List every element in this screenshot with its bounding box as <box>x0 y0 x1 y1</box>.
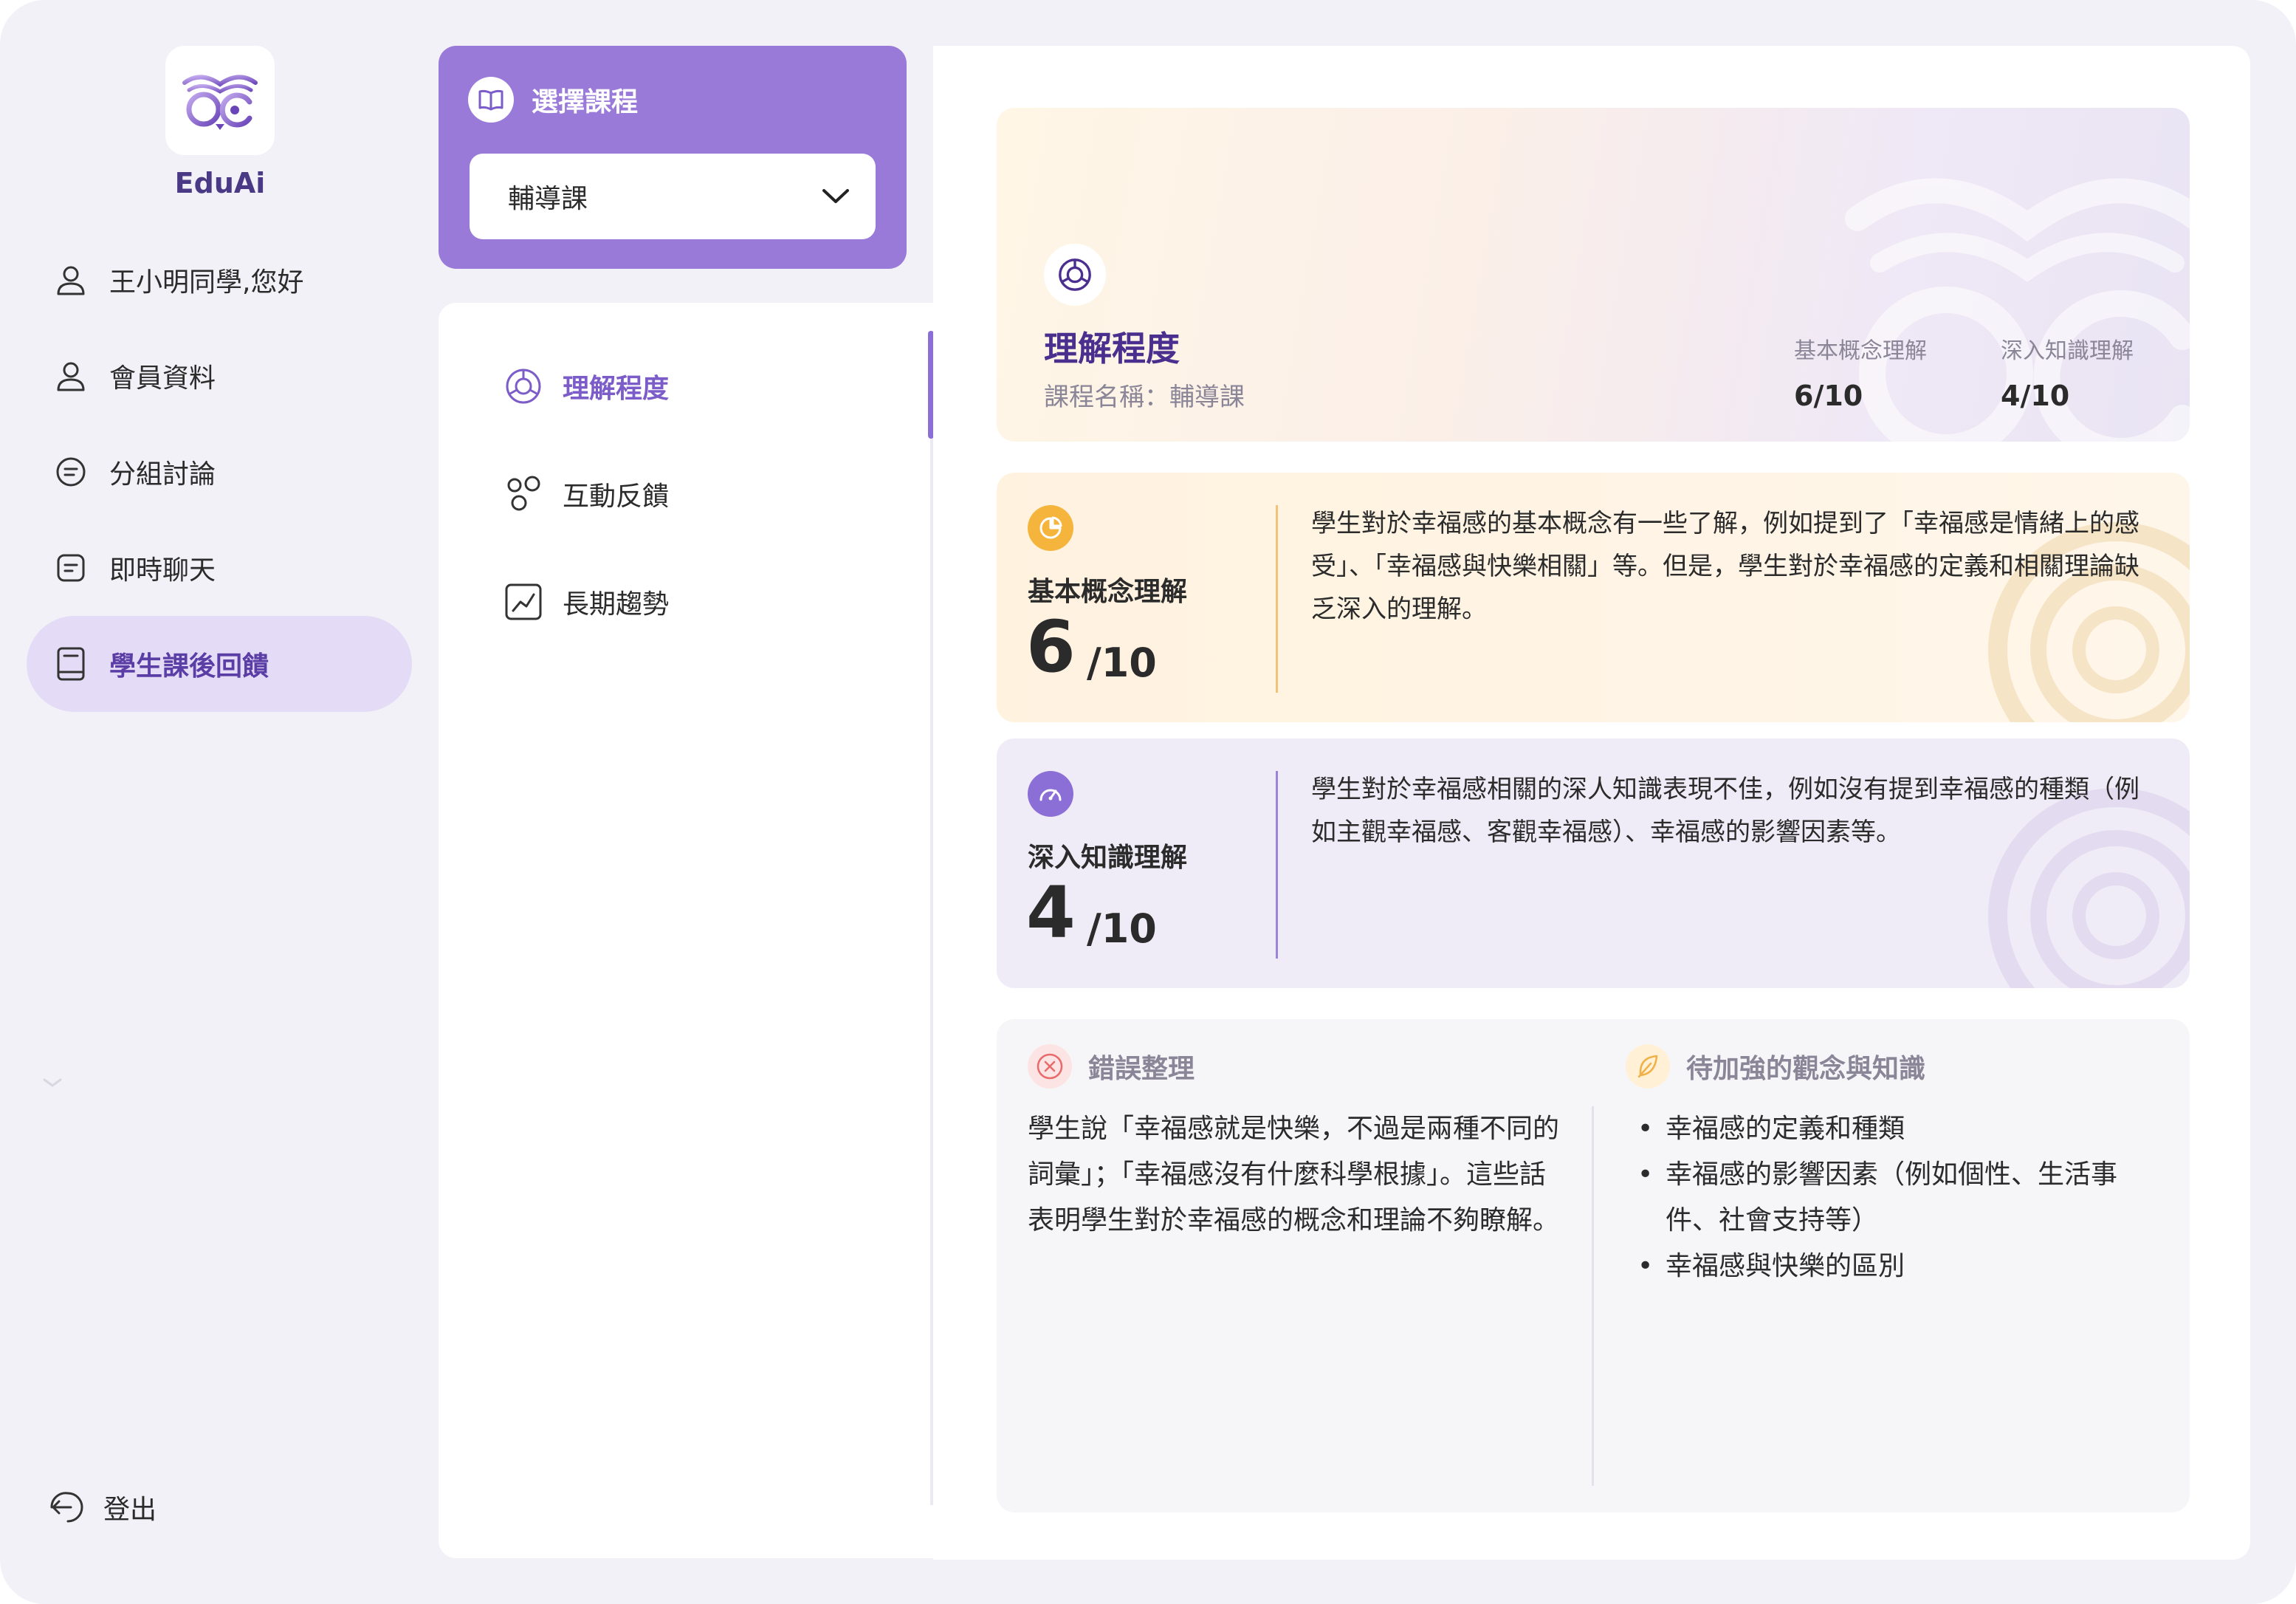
improve-header: 待加強的觀念與知識 <box>1626 1044 1925 1089</box>
basic-concept-score: 6 <box>1026 606 1076 688</box>
open-book-icon <box>468 77 514 123</box>
chevron-down-icon <box>43 1078 62 1087</box>
nav-live-chat[interactable]: 即時聊天 <box>27 520 412 616</box>
close-circle-icon <box>1028 1044 1072 1089</box>
course-selector-header: 選擇課程 <box>468 77 638 123</box>
message-square-icon <box>52 549 90 587</box>
sidebar: EduAi 王小明同學,您好 會員資料 分組討論 即時聊天 學生課後回饋 登出 <box>0 0 436 1604</box>
basic-concept-divider <box>1276 505 1278 693</box>
nav-group-discussion[interactable]: 分組討論 <box>27 424 412 520</box>
deep-knowledge-card: 深入知識理解 4 /10 學生對於幸福感相關的深人知識表現不佳，例如沒有提到幸福… <box>997 738 2190 988</box>
chart-circle-icon <box>1059 258 1091 291</box>
course-selector-card: 選擇課程 輔導課 <box>439 46 907 269</box>
basic-concept-description: 學生對於幸福感的基本概念有一些了解，例如提到了「幸福感是情緒上的感受」、「幸福感… <box>1311 509 2139 624</box>
summary-basic-label: 基本概念理解 <box>1794 338 1927 364</box>
summary-basic-value: 6/10 <box>1794 380 1863 412</box>
bubbles-icon <box>503 474 543 514</box>
basic-concept-max: /10 <box>1087 640 1157 686</box>
deep-knowledge-max: /10 <box>1087 905 1157 952</box>
book-icon <box>52 645 90 683</box>
summary-deep-value: 4/10 <box>2001 380 2070 412</box>
logout-icon <box>46 1487 86 1527</box>
summary-course-name: 課程名稱：輔導課 <box>1044 383 1245 412</box>
analysis-divider <box>1592 1106 1594 1486</box>
basic-concept-card: 基本概念理解 6 /10 學生對於幸福感的基本概念有一些了解，例如提到了「幸福感… <box>997 473 2190 722</box>
basic-concept-label: 基本概念理解 <box>1028 577 1188 607</box>
deep-knowledge-divider <box>1276 771 1278 959</box>
pie-chart-icon <box>1028 505 1073 551</box>
deep-knowledge-label: 深入知識理解 <box>1028 843 1188 873</box>
logout-label: 登出 <box>103 1495 157 1525</box>
submenu-label: 長期趨勢 <box>563 589 670 620</box>
nav-label: 即時聊天 <box>109 555 216 586</box>
owl-logo-icon <box>182 75 258 130</box>
leaf-icon <box>1626 1044 1670 1089</box>
summary-title: 理解程度 <box>1044 329 1180 369</box>
summary-deep-label: 深入知識理解 <box>2001 338 2134 364</box>
submenu-label: 互動反饋 <box>563 481 670 512</box>
course-selector-title: 選擇課程 <box>532 87 639 117</box>
analysis-card: 錯誤整理 學生說「幸福感就是快樂，不過是兩種不同的詞彙」；「幸福感沒有什麼科學根… <box>997 1019 2190 1512</box>
errors-text: 學生說「幸福感就是快樂，不過是兩種不同的詞彙」；「幸福感沒有什麼科學根據」。這些… <box>1028 1114 1560 1235</box>
nav-member-profile[interactable]: 會員資料 <box>27 328 412 424</box>
nav-label: 王小明同學,您好 <box>109 267 304 298</box>
submenu-item-understanding[interactable]: 理解程度 <box>503 366 669 406</box>
improve-title: 待加強的觀念與知識 <box>1686 1054 1926 1084</box>
course-select[interactable]: 輔導課 <box>470 154 876 239</box>
understanding-badge <box>1044 244 1106 306</box>
chart-circle-icon <box>503 366 543 406</box>
user-icon <box>52 357 90 395</box>
nav-label: 學生課後回饋 <box>109 651 269 682</box>
nav-student-feedback[interactable]: 學生課後回饋 <box>27 616 412 712</box>
errors-title: 錯誤整理 <box>1088 1054 1195 1084</box>
improve-list: 幸福感的定義和種類 幸福感的影響因素（例如個性、生活事件、社會支持等） 幸福感與… <box>1633 1106 2150 1289</box>
course-select-value: 輔導課 <box>508 184 588 214</box>
deep-knowledge-score: 4 <box>1026 871 1076 954</box>
nav-label: 會員資料 <box>109 363 216 394</box>
nav-label: 分組討論 <box>109 459 216 490</box>
chat-bubble-icon <box>52 453 90 491</box>
submenu-item-trend[interactable]: 長期趨勢 <box>503 582 669 622</box>
logout-button[interactable]: 登出 <box>46 1487 157 1527</box>
errors-header: 錯誤整理 <box>1028 1044 1195 1089</box>
user-icon <box>52 261 90 299</box>
gauge-icon <box>1028 771 1073 817</box>
brand-logo <box>165 46 275 155</box>
list-item: 幸福感的定義和種類 <box>1633 1106 2150 1152</box>
understanding-summary-card: 理解程度 課程名稱：輔導課 基本概念理解 6/10 深入知識理解 4/10 <box>997 108 2190 442</box>
trend-line-icon <box>503 582 543 622</box>
submenu-label: 理解程度 <box>563 374 670 404</box>
deep-knowledge-description: 學生對於幸福感相關的深人知識表現不佳，例如沒有提到幸福感的種類（例如主觀幸福感、… <box>1311 775 2139 847</box>
submenu-item-interaction[interactable]: 互動反饋 <box>503 474 669 514</box>
list-item: 幸福感的影響因素（例如個性、生活事件、社會支持等） <box>1633 1152 2150 1244</box>
list-item: 幸福感與快樂的區別 <box>1633 1244 2150 1289</box>
brand-name: EduAi <box>174 167 266 199</box>
app-window: EduAi 王小明同學,您好 會員資料 分組討論 即時聊天 學生課後回饋 登出 … <box>0 0 2296 1604</box>
chevron-down-icon <box>822 189 849 203</box>
nav-greeting[interactable]: 王小明同學,您好 <box>27 232 412 328</box>
